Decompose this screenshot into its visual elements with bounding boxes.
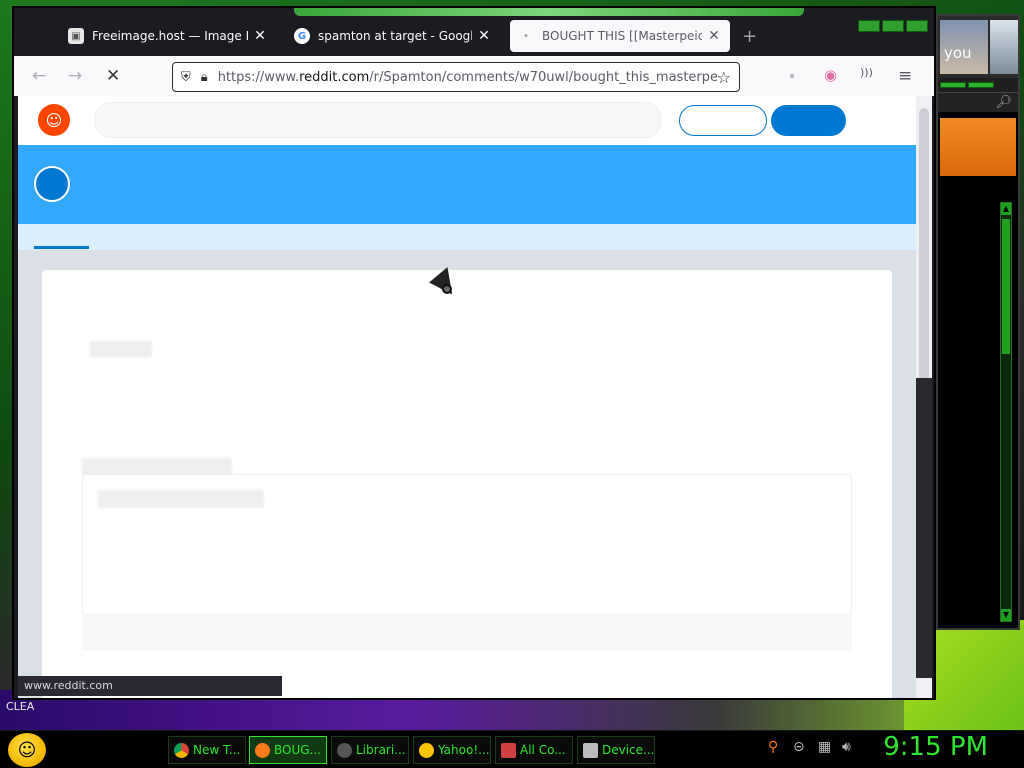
window-controls	[858, 20, 928, 32]
tracking-shield-icon[interactable]: ⛨	[181, 70, 191, 85]
tab-title: BOUGHT THIS [[Masterpeice]] a	[542, 29, 702, 43]
tab-posts-indicator[interactable]	[34, 246, 89, 249]
tab-freeimage[interactable]: ▣ Freeimage.host — Image Hostin ✕	[60, 20, 276, 52]
signup-button[interactable]	[771, 105, 846, 136]
loading-dot-icon: •	[523, 30, 529, 42]
pocket-icon[interactable]: ⬞	[790, 66, 794, 84]
tab-reddit-active[interactable]: • BOUGHT THIS [[Masterpeice]] a ✕	[510, 20, 730, 52]
yahoo-messenger-icon	[419, 742, 434, 758]
google-icon: G	[294, 28, 310, 44]
url-text[interactable]: https://www.reddit.com/r/Spamton/comment…	[218, 70, 717, 85]
stop-loading-icon[interactable]: ✕	[106, 66, 120, 86]
start-button[interactable]: ☺	[8, 733, 46, 767]
taskbar-item-label: BOUG...	[274, 743, 321, 757]
taskbar-item-label: Device...	[602, 743, 655, 757]
page-scrollbar-track[interactable]	[916, 378, 932, 678]
scroll-up-icon[interactable]: ▲	[1001, 203, 1011, 215]
taskbar-item-device-manager[interactable]: Device...	[577, 736, 655, 764]
new-tab-button[interactable]: +	[742, 26, 757, 47]
taskbar-item-chrome[interactable]: New T...	[168, 736, 246, 764]
reddit-logo-icon[interactable]: ☺	[38, 104, 70, 136]
login-button[interactable]	[679, 105, 767, 136]
scroll-down-icon[interactable]: ▼	[1001, 609, 1011, 621]
media-scrollbar[interactable]: ▲ ▼	[1000, 202, 1012, 622]
forward-arrow-icon[interactable]: →	[68, 66, 82, 86]
tab-title: spamton at target - Google Sea	[318, 29, 472, 43]
menu-hamburger-icon[interactable]: ≡	[898, 66, 912, 86]
taskbar-item-yahoo[interactable]: Yahoo!...	[413, 736, 491, 764]
taskbar: ☺ New T... BOUG... Librari... Yahoo!... …	[0, 730, 1024, 768]
extension-audio-icon[interactable]: )))	[860, 66, 873, 79]
window-title-accent	[294, 8, 804, 16]
close-icon[interactable]: ✕	[252, 28, 268, 44]
firefox-icon	[255, 742, 270, 758]
page-scroll-thumb[interactable]	[919, 108, 929, 384]
taskbar-item-firefox[interactable]: BOUG...	[249, 736, 327, 764]
taskbar-item-label: Yahoo!...	[438, 743, 490, 757]
tab-google-search[interactable]: G spamton at target - Google Sea ✕	[286, 20, 500, 52]
reddit-page: ☺	[18, 96, 916, 698]
url-prefix: https://www.	[217, 69, 300, 85]
comment-toolbar	[82, 614, 852, 650]
system-clock[interactable]: 9:15 PM	[883, 732, 988, 762]
subreddit-avatar[interactable]	[34, 166, 70, 202]
close-icon[interactable]: ✕	[476, 28, 492, 44]
device-manager-icon	[583, 742, 598, 758]
back-arrow-icon[interactable]: ←	[32, 66, 46, 86]
search-icon[interactable]: 🔎︎	[995, 95, 1012, 110]
media-control-button[interactable]	[940, 82, 966, 88]
taskbar-item-label: New T...	[193, 743, 241, 757]
reddit-search-input[interactable]	[94, 102, 662, 138]
control-panel-icon	[501, 742, 516, 758]
freeimage-icon: ▣	[68, 28, 84, 44]
media-controls-bar	[938, 78, 1018, 92]
media-thumbnail-label: you	[944, 44, 972, 62]
extension-icon[interactable]: ◉	[824, 66, 837, 84]
maximize-button[interactable]	[882, 20, 904, 32]
status-url-tooltip: www.reddit.com	[18, 676, 282, 696]
taskbar-item-label: All Co...	[520, 743, 566, 757]
taskbar-item-libraries[interactable]: Librari...	[331, 736, 409, 764]
desktop-icon-label[interactable]: CLEA	[6, 700, 34, 713]
reddit-header: ☺	[18, 96, 916, 145]
media-search-field[interactable]: 🔎︎	[938, 92, 1018, 112]
tab-bar: ▣ Freeimage.host — Image Hostin ✕ G spam…	[14, 16, 934, 56]
navigation-toolbar: ← → ✕ ⛨ 🔒︎ https://www.reddit.com/r/Spam…	[14, 56, 934, 96]
minus-circle-icon[interactable]: ⊝	[793, 739, 805, 755]
media-thumbnail-secondary[interactable]	[990, 20, 1018, 74]
taskbar-item-label: Librari...	[356, 743, 406, 757]
lock-icon[interactable]: 🔒︎	[201, 70, 208, 85]
subreddit-tab-strip	[18, 224, 916, 250]
media-player-header: you	[938, 16, 1018, 78]
url-domain: reddit.com	[299, 69, 370, 85]
taskbar-item-control-panel[interactable]: All Co...	[495, 736, 573, 764]
search-icon[interactable]: ⚲	[768, 739, 778, 755]
url-bar[interactable]: ⛨ 🔒︎ https://www.reddit.com/r/Spamton/co…	[172, 62, 740, 92]
close-window-button[interactable]	[906, 20, 928, 32]
post-title-placeholder	[90, 341, 152, 357]
firefox-window: ▣ Freeimage.host — Image Hostin ✕ G spam…	[12, 6, 936, 700]
bookmark-star-icon[interactable]: ☆	[717, 68, 731, 87]
subreddit-banner	[18, 145, 916, 224]
libraries-icon	[337, 742, 352, 758]
media-scroll-thumb[interactable]	[1002, 219, 1010, 354]
url-path: /r/Spamton/comments/w70uwl/bought_this_m…	[369, 69, 717, 85]
volume-icon[interactable]: 🔊︎	[842, 739, 851, 755]
minimize-button[interactable]	[858, 20, 880, 32]
comment-placeholder-text	[98, 490, 264, 508]
close-icon[interactable]: ✕	[706, 28, 722, 44]
chrome-icon	[174, 742, 189, 758]
network-icon[interactable]: ▦	[818, 739, 831, 755]
media-visualizer	[940, 118, 1016, 176]
media-player-panel: you 🔎︎ ▲ ▼	[936, 14, 1020, 630]
media-control-button[interactable]	[968, 82, 994, 88]
tab-title: Freeimage.host — Image Hostin	[92, 29, 248, 43]
media-thumbnail[interactable]: you	[940, 20, 988, 74]
busy-cursor-icon	[442, 284, 452, 294]
